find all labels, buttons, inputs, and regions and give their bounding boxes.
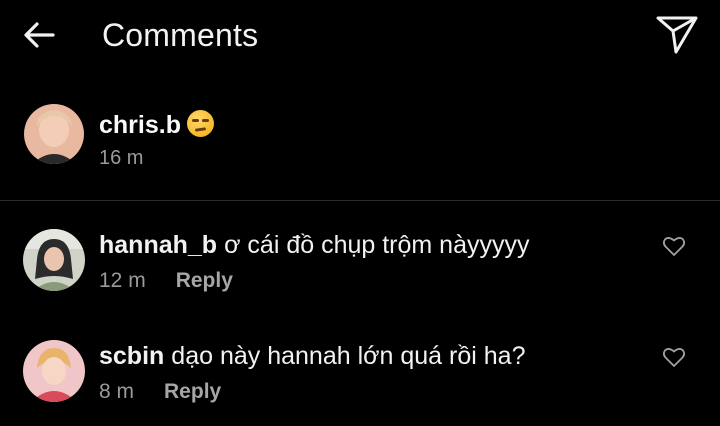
comment-username[interactable]: hannah_b <box>99 231 217 259</box>
comment-item: scbin dạo này hannah lớn quá rồi ha? 8 m R… <box>0 336 720 426</box>
comment-meta: 8 m Reply <box>99 380 221 404</box>
reply-button[interactable]: Reply <box>164 380 221 403</box>
comment-body: dạo này hannah lớn quá rồi ha? <box>171 342 526 370</box>
divider <box>0 200 720 201</box>
back-arrow-icon[interactable] <box>22 20 56 50</box>
post-caption: chris.b 16 m <box>0 95 720 200</box>
reply-button[interactable]: Reply <box>176 269 233 292</box>
comment-time: 8 m <box>99 380 135 403</box>
heart-icon[interactable] <box>662 235 686 257</box>
comment-meta: 12 m Reply <box>99 269 233 293</box>
page-title: Comments <box>102 17 259 53</box>
comment-body: ơ cái đồ chụp trộm nàyyyyy <box>224 231 530 259</box>
avatar[interactable] <box>23 229 85 291</box>
comment-time: 12 m <box>99 269 146 292</box>
caption-username[interactable]: chris.b <box>99 110 214 140</box>
avatar[interactable] <box>23 340 85 402</box>
send-direct-icon[interactable] <box>655 14 699 56</box>
avatar[interactable] <box>24 104 84 164</box>
unamused-face-icon <box>186 110 214 137</box>
comment-item: hannah_b ơ cái đồ chụp trộm nàyyyyy 12 m R… <box>0 225 720 315</box>
header-bar: Comments <box>0 0 720 72</box>
comment-text: hannah_b ơ cái đồ chụp trộm nàyyyyy <box>99 231 530 260</box>
caption-time: 16 m <box>99 147 144 169</box>
heart-icon[interactable] <box>662 346 686 368</box>
comment-username[interactable]: scbin <box>99 342 164 370</box>
comment-text: scbin dạo này hannah lớn quá rồi ha? <box>99 342 525 371</box>
